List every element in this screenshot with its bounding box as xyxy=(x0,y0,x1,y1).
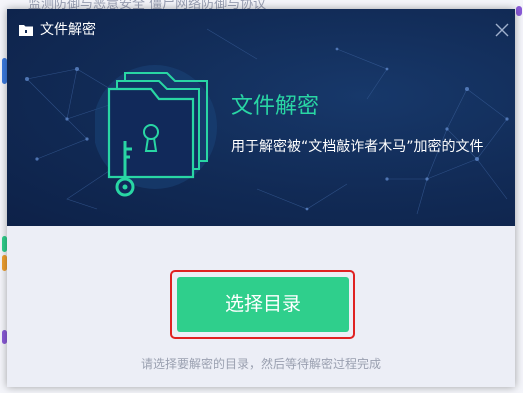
folder-icon xyxy=(19,25,33,36)
locked-folder-key-icon xyxy=(95,65,217,197)
background-app-icon xyxy=(516,6,522,16)
select-directory-button[interactable]: 选择目录 xyxy=(177,277,349,332)
dialog-body: 选择目录 请选择要解密的目录，然后等待解密过程完成 xyxy=(7,226,515,387)
close-icon[interactable] xyxy=(493,21,511,39)
hero-description: 用于解密被“文档敲诈者木马”加密的文件 xyxy=(231,139,484,155)
instruction-hint: 请选择要解密的目录，然后等待解密过程完成 xyxy=(140,357,381,371)
file-decrypt-dialog: 文件解密 文件解密 用于解密被“文档敲诈者木马”加密的文件 选择目录 请选择要解… xyxy=(7,9,515,387)
hero-heading: 文件解密 xyxy=(231,94,320,119)
dialog-hero-banner: 文件解密 文件解密 用于解密被“文档敲诈者木马”加密的文件 xyxy=(7,9,515,226)
dialog-titlebar: 文件解密 xyxy=(7,9,515,49)
dialog-title: 文件解密 xyxy=(40,22,96,38)
